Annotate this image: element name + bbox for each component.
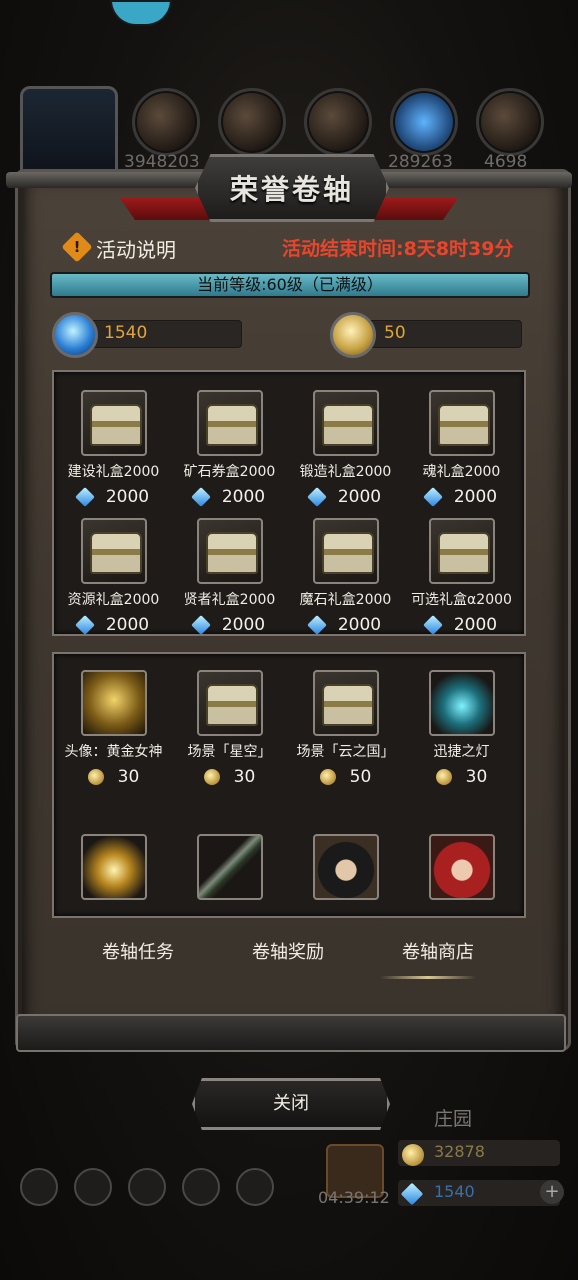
bottom-tabs: 卷轴任务 卷轴奖励 卷轴商店 [40,938,540,974]
chest-icon [80,390,147,456]
coin-icon [203,769,220,785]
gem-icon [74,487,95,507]
shop-item[interactable]: 头像：黄金女神 30 [56,670,171,787]
coin-icon [87,769,104,785]
active-tab-indicator [380,976,476,979]
bottom-menu-button-5[interactable] [236,1168,274,1206]
chest-icon [196,390,263,456]
shop-item[interactable]: 贤者礼盒2000 2000 [172,518,287,634]
coin-currency-icon [330,312,376,358]
chest-icon [428,390,495,456]
shop-item[interactable]: 魂礼盒2000 2000 [404,390,519,507]
swift-lamp-icon [428,670,495,736]
gem-icon [422,487,443,507]
bottom-menu-button-1[interactable] [20,1168,58,1206]
chest-icon [196,518,263,584]
redhead-portrait-icon [428,834,495,900]
shop-item[interactable] [172,834,287,900]
chest-icon [196,670,263,736]
gem-currency-icon [52,312,98,358]
shop-item[interactable]: 迅捷之灯 30 [404,670,519,787]
bottom-menu-button-2[interactable] [74,1168,112,1206]
chest-icon [428,518,495,584]
wood-resource-icon [132,88,200,156]
coin-balance: 50 [384,323,406,343]
chest-icon [312,518,379,584]
tab-scroll-rewards[interactable]: 卷轴奖励 [252,938,324,964]
coin-balance-box [352,320,522,348]
shop-item[interactable]: 可选礼盒α2000 2000 [404,518,519,634]
nun-portrait-icon [312,834,379,900]
panel-title: 荣誉卷轴 [229,173,354,206]
gem-shop-grid: 建设礼盒2000 2000 矿石券盒2000 2000 锻造礼盒2000 200… [52,370,526,636]
bg-gem-value: 1540 [434,1182,475,1201]
player-avatar[interactable] [20,86,118,184]
shop-item[interactable]: 魔石礼盒2000 2000 [288,518,403,634]
resource-count-3: 4698 [484,152,528,172]
shop-item[interactable]: 建设礼盒2000 2000 [56,390,171,507]
tab-scroll-tasks[interactable]: 卷轴任务 [102,938,174,964]
info-warning-icon[interactable]: ! [61,231,93,263]
gem-icon [306,615,327,634]
gem-icon [306,487,327,507]
coin-shop-grid: 头像：黄金女神 30 场景「星空」 30 场景「云之国」 50 迅捷之灯 30 [52,652,526,918]
shop-item[interactable]: 矿石券盒2000 2000 [172,390,287,507]
shop-item[interactable]: 场景「星空」 30 [172,670,287,787]
chest-icon [312,670,379,736]
coin-icon [435,769,452,785]
tab-scroll-shop[interactable]: 卷轴商店 [402,938,474,964]
bg-coin-icon [402,1144,424,1166]
lantern-icon [80,834,147,900]
shop-item[interactable]: 锻造礼盒2000 2000 [288,390,403,507]
coin-icon [319,769,336,785]
gem-balance: 1540 [104,323,148,343]
shop-item[interactable]: 场景「云之国」 50 [288,670,403,787]
bottom-menu-button-3[interactable] [128,1168,166,1206]
top-avatar-badge [110,0,172,26]
chest-icon [80,518,147,584]
plus-button[interactable]: + [540,1180,564,1204]
gem-icon [74,615,95,634]
shop-item[interactable]: 资源礼盒2000 2000 [56,518,171,634]
chest-icon [312,390,379,456]
level-text: 当前等级:60级（已满级） [197,275,383,294]
panel-bottom-frame [16,1014,566,1052]
bottom-menu-button-4[interactable] [182,1168,220,1206]
golden-goddess-icon [80,670,147,736]
activity-info-link[interactable]: 活动说明 [96,234,176,263]
countdown-timer: 04:39:12 [318,1188,390,1207]
shop-item[interactable] [288,834,403,900]
crystal-resource-icon [390,88,458,156]
spear-icon [196,834,263,900]
title-plate: 荣誉卷轴 [195,154,389,222]
shop-item[interactable] [56,834,171,900]
plank-resource-icon [218,88,286,156]
level-progress-bar: 当前等级:60级（已满级） [50,272,530,298]
manor-label[interactable]: 庄园 [434,1104,472,1131]
gem-icon [422,615,443,634]
bg-gold-value: 32878 [434,1142,485,1161]
event-end-timer: 活动结束时间:8天8时39分 [282,238,514,260]
shop-item[interactable] [404,834,519,900]
resource-count-1: 3948203 [124,152,200,172]
iron-resource-icon [304,88,372,156]
stone-resource-icon [476,88,544,156]
gem-icon [190,487,211,507]
resource-count-2: 289263 [388,152,453,172]
gem-icon [190,615,211,634]
close-button[interactable]: 关闭 [192,1078,390,1130]
